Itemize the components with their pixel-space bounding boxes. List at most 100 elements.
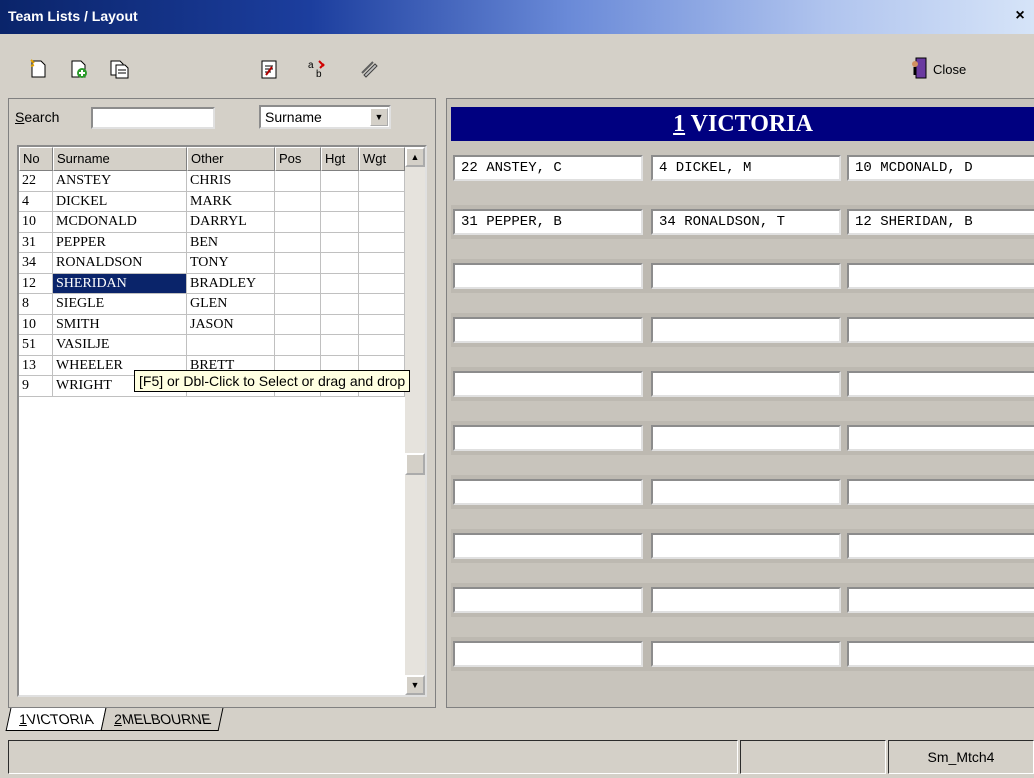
player-slot[interactable]: 12 SHERIDAN, B: [847, 209, 1034, 235]
table-cell[interactable]: [275, 253, 321, 274]
table-cell[interactable]: 22: [19, 171, 53, 192]
table-cell[interactable]: [187, 335, 275, 356]
table-row[interactable]: 31 PEPPER BEN: [19, 232, 405, 253]
player-slot[interactable]: [847, 587, 1034, 613]
player-slot[interactable]: [651, 263, 841, 289]
player-slot[interactable]: [651, 425, 841, 451]
new-doc-icon[interactable]: [28, 58, 50, 80]
table-row[interactable]: 10 MCDONALD DARRYL: [19, 212, 405, 233]
table-cell[interactable]: 10: [19, 212, 53, 233]
column-header[interactable]: Surname: [53, 147, 187, 171]
table-cell[interactable]: [275, 273, 321, 294]
table-cell[interactable]: [359, 171, 405, 192]
report-icon[interactable]: [258, 58, 280, 80]
team-tab[interactable]: 2 MELBOURNE: [100, 708, 224, 731]
table-cell[interactable]: [321, 314, 359, 335]
table-cell[interactable]: DICKEL: [53, 191, 187, 212]
sort-ab-icon[interactable]: ab: [306, 58, 328, 80]
player-slot[interactable]: [651, 641, 841, 667]
player-slot[interactable]: [847, 317, 1034, 343]
table-cell[interactable]: [321, 335, 359, 356]
table-cell[interactable]: [275, 232, 321, 253]
table-cell[interactable]: [359, 232, 405, 253]
table-cell[interactable]: [321, 191, 359, 212]
player-slot[interactable]: [847, 263, 1034, 289]
player-slot[interactable]: [651, 587, 841, 613]
table-row[interactable]: 22 ANSTEY CHRIS: [19, 171, 405, 192]
table-cell[interactable]: PEPPER: [53, 232, 187, 253]
table-cell[interactable]: 9: [19, 376, 53, 397]
table-row[interactable]: 8 SIEGLE GLEN: [19, 294, 405, 315]
table-cell[interactable]: BRADLEY: [187, 273, 275, 294]
copy-doc-icon[interactable]: [108, 58, 130, 80]
player-slot[interactable]: 34 RONALDSON, T: [651, 209, 841, 235]
player-slot[interactable]: [453, 587, 643, 613]
table-cell[interactable]: [275, 171, 321, 192]
table-row[interactable]: 34 RONALDSON TONY: [19, 253, 405, 274]
table-cell[interactable]: [359, 212, 405, 233]
table-cell[interactable]: [359, 335, 405, 356]
search-input[interactable]: [91, 107, 215, 129]
table-cell[interactable]: SHERIDAN: [53, 273, 187, 294]
table-cell[interactable]: [359, 191, 405, 212]
table-cell[interactable]: 34: [19, 253, 53, 274]
player-slot[interactable]: [651, 533, 841, 559]
attach-icon[interactable]: [358, 58, 380, 80]
table-cell[interactable]: 8: [19, 294, 53, 315]
table-cell[interactable]: [359, 294, 405, 315]
chevron-down-icon[interactable]: ▼: [370, 108, 388, 126]
player-slot[interactable]: [651, 371, 841, 397]
table-cell[interactable]: [275, 294, 321, 315]
vertical-scrollbar[interactable]: ▲ ▼: [405, 147, 425, 695]
window-close-button[interactable]: ×: [1010, 6, 1030, 26]
table-cell[interactable]: SMITH: [53, 314, 187, 335]
column-header[interactable]: Pos: [275, 147, 321, 171]
player-slot[interactable]: [453, 317, 643, 343]
table-cell[interactable]: [321, 273, 359, 294]
scroll-thumb[interactable]: [405, 453, 425, 475]
column-header[interactable]: No: [19, 147, 53, 171]
table-cell[interactable]: [275, 191, 321, 212]
table-row[interactable]: 12 SHERIDAN BRADLEY: [19, 273, 405, 294]
table-cell[interactable]: RONALDSON: [53, 253, 187, 274]
table-row[interactable]: 51 VASILJE: [19, 335, 405, 356]
table-cell[interactable]: [275, 335, 321, 356]
player-slot[interactable]: [453, 479, 643, 505]
close-button[interactable]: Close: [910, 56, 966, 82]
table-cell[interactable]: [321, 253, 359, 274]
column-header[interactable]: Other: [187, 147, 275, 171]
table-cell[interactable]: MARK: [187, 191, 275, 212]
column-header[interactable]: Wgt: [359, 147, 405, 171]
table-cell[interactable]: [359, 253, 405, 274]
sort-field-select[interactable]: Surname ▼: [259, 105, 391, 129]
table-cell[interactable]: 12: [19, 273, 53, 294]
scroll-down-icon[interactable]: ▼: [405, 675, 425, 695]
player-slot[interactable]: [847, 371, 1034, 397]
table-row[interactable]: 10 SMITH JASON: [19, 314, 405, 335]
table-cell[interactable]: MCDONALD: [53, 212, 187, 233]
player-slot[interactable]: [453, 425, 643, 451]
table-cell[interactable]: BEN: [187, 232, 275, 253]
table-cell[interactable]: [275, 212, 321, 233]
player-slot[interactable]: [847, 479, 1034, 505]
table-cell[interactable]: 4: [19, 191, 53, 212]
table-cell[interactable]: 13: [19, 355, 53, 376]
table-cell[interactable]: CHRIS: [187, 171, 275, 192]
table-cell[interactable]: ANSTEY: [53, 171, 187, 192]
table-cell[interactable]: 31: [19, 232, 53, 253]
table-cell[interactable]: JASON: [187, 314, 275, 335]
player-slot[interactable]: 4 DICKEL, M: [651, 155, 841, 181]
player-slot[interactable]: [651, 317, 841, 343]
column-header[interactable]: Hgt: [321, 147, 359, 171]
table-cell[interactable]: DARRYL: [187, 212, 275, 233]
table-cell[interactable]: [359, 273, 405, 294]
table-cell[interactable]: [359, 314, 405, 335]
table-row[interactable]: 4 DICKEL MARK: [19, 191, 405, 212]
team-tab[interactable]: 1 VICTORIA: [5, 708, 107, 731]
scroll-up-icon[interactable]: ▲: [405, 147, 425, 167]
table-cell[interactable]: TONY: [187, 253, 275, 274]
table-cell[interactable]: [321, 232, 359, 253]
table-cell[interactable]: [321, 294, 359, 315]
table-cell[interactable]: GLEN: [187, 294, 275, 315]
player-slot[interactable]: [651, 479, 841, 505]
